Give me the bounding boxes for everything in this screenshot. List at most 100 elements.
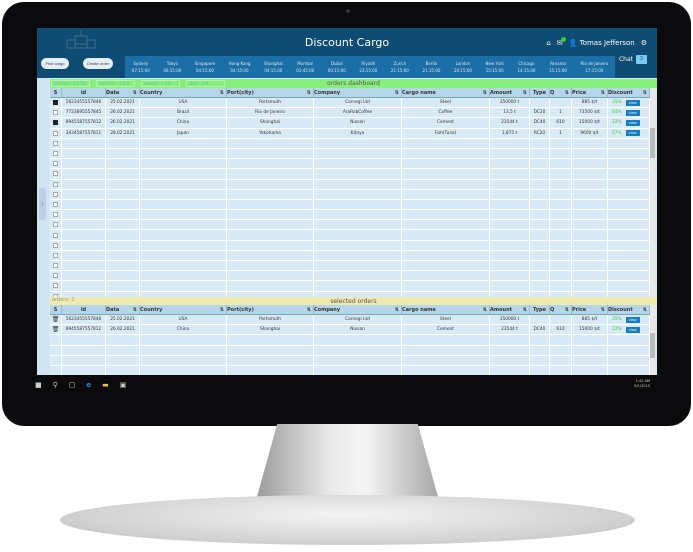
table-row[interactable]	[50, 138, 650, 149]
row-checkbox[interactable]	[53, 263, 58, 269]
sort-icon[interactable]: ⇅	[307, 90, 313, 96]
table-row[interactable]	[50, 230, 650, 241]
column-header[interactable]: Company ⇅	[314, 305, 402, 314]
column-header[interactable]: S	[50, 88, 62, 97]
create-order-button[interactable]: Create order	[83, 58, 113, 69]
column-header[interactable]: Cargo name ⇅	[402, 305, 490, 314]
row-checkbox[interactable]	[53, 130, 58, 136]
row-checkbox[interactable]	[53, 252, 58, 258]
sort-icon[interactable]: ⇅	[220, 307, 226, 313]
sort-icon[interactable]: ⇅	[565, 90, 571, 96]
row-checkbox[interactable]	[53, 110, 58, 116]
mail-icon[interactable]: ✉	[557, 37, 566, 47]
sort-icon[interactable]: ⇅	[523, 90, 529, 96]
table-row[interactable]	[50, 169, 650, 180]
sort-icon[interactable]: ⇅	[483, 90, 489, 96]
column-header[interactable]: Price ⇅	[572, 305, 608, 314]
column-header[interactable]: Port(city) ⇅	[227, 305, 314, 314]
task-view-icon[interactable]: ▢	[69, 381, 76, 389]
row-checkbox[interactable]	[53, 222, 58, 228]
row-checkbox[interactable]	[53, 100, 58, 106]
row-checkbox[interactable]	[53, 181, 58, 187]
column-header[interactable]: Country ⇅	[140, 88, 227, 97]
table-row[interactable]: 7723895557845 26.02.2021 Brazil Rio de Jane…	[50, 108, 650, 119]
view-button[interactable]: view	[625, 109, 640, 116]
row-checkbox[interactable]	[53, 191, 58, 197]
table-row[interactable]	[50, 148, 650, 160]
table-row[interactable]	[50, 189, 650, 200]
column-header[interactable]: Price ⇅	[572, 88, 608, 97]
sort-icon[interactable]: ⇅	[220, 90, 226, 96]
table-row[interactable]	[50, 199, 650, 211]
column-header[interactable]: Type	[530, 305, 550, 314]
column-header[interactable]: Data ⇅	[106, 305, 140, 314]
table-row[interactable]	[50, 355, 650, 366]
column-header[interactable]: Country ⇅	[140, 305, 227, 314]
sort-icon[interactable]: ⇅	[395, 307, 401, 313]
orders-scrollbar[interactable]	[650, 88, 655, 296]
table-row[interactable]	[50, 345, 650, 356]
home-icon[interactable]: ⌂	[546, 39, 550, 47]
column-header[interactable]: Discount ⇅	[608, 305, 650, 314]
row-checkbox[interactable]	[53, 161, 58, 167]
table-row[interactable]	[50, 271, 650, 282]
sort-icon[interactable]: ⇅	[483, 307, 489, 313]
expand-panel-chevron-icon[interactable]: ›	[39, 188, 46, 220]
edge-browser-icon[interactable]: e	[86, 381, 91, 389]
sort-icon[interactable]: ⇅	[643, 307, 649, 313]
table-row[interactable]	[50, 179, 650, 190]
sort-icon[interactable]: ⇅	[601, 307, 607, 313]
table-row[interactable]	[50, 210, 650, 221]
table-row[interactable]	[50, 159, 650, 170]
table-row[interactable]	[50, 220, 650, 231]
sort-icon[interactable]: ⇅	[307, 307, 313, 313]
user-menu[interactable]: 👤 Tomas Jefferson	[569, 39, 635, 47]
gear-icon[interactable]: ⚙	[641, 39, 647, 47]
chat-button[interactable]: Chat 3	[619, 55, 647, 64]
column-header[interactable]: id	[62, 305, 106, 314]
table-row[interactable]	[50, 261, 650, 272]
column-header[interactable]: Type	[530, 88, 550, 97]
row-checkbox[interactable]	[53, 140, 58, 146]
sort-icon[interactable]: ⇅	[565, 307, 571, 313]
store-icon[interactable]: ▣	[120, 381, 127, 389]
row-checkbox[interactable]	[53, 212, 58, 218]
column-header[interactable]: Data ⇅	[106, 88, 140, 97]
windows-start-icon[interactable]: ■	[35, 381, 42, 389]
column-header[interactable]: S	[50, 305, 62, 314]
row-checkbox[interactable]	[53, 232, 58, 238]
row-checkbox[interactable]	[53, 120, 58, 126]
table-row[interactable]	[50, 365, 650, 375]
row-checkbox[interactable]	[53, 273, 58, 279]
column-header[interactable]: Port(city) ⇅	[227, 88, 314, 97]
sort-icon[interactable]: ⇅	[643, 90, 649, 96]
column-header[interactable]: Q ⇅	[550, 88, 572, 97]
column-header[interactable]: Amount ⇅	[490, 305, 530, 314]
sort-icon[interactable]: ⇅	[133, 90, 139, 96]
selected-scrollbar[interactable]	[650, 305, 655, 375]
table-row[interactable]	[50, 281, 650, 292]
sort-icon[interactable]: ⇅	[601, 90, 607, 96]
trash-icon[interactable]: 🗑	[52, 316, 60, 323]
column-header[interactable]: Q ⇅	[550, 305, 572, 314]
trash-icon[interactable]: 🗑	[52, 326, 60, 333]
table-row[interactable]	[50, 240, 650, 251]
row-checkbox[interactable]	[53, 283, 58, 289]
row-checkbox[interactable]	[53, 242, 58, 248]
sort-icon[interactable]: ⇅	[395, 90, 401, 96]
column-header[interactable]: Company ⇅	[314, 88, 402, 97]
table-row[interactable]	[50, 250, 650, 261]
row-checkbox[interactable]	[53, 151, 58, 157]
table-row[interactable]: 3434587557811 28.02.2021 Japan Yokohama Kito…	[50, 128, 650, 139]
table-row[interactable]: 8945587557812 26.02.2021 China Shanghai Nios…	[50, 118, 650, 129]
find-cargo-button[interactable]: Find cargo	[41, 58, 69, 69]
column-header[interactable]: Amount ⇅	[490, 88, 530, 97]
search-icon[interactable]: ⚲	[53, 381, 58, 389]
view-button[interactable]: view	[625, 99, 640, 106]
view-button[interactable]: view	[625, 119, 640, 126]
column-header[interactable]: id	[62, 88, 106, 97]
view-button[interactable]: view	[625, 316, 640, 323]
column-header[interactable]: Discount ⇅	[608, 88, 650, 97]
column-header[interactable]: Cargo name ⇅	[402, 88, 490, 97]
sort-icon[interactable]: ⇅	[133, 307, 139, 313]
